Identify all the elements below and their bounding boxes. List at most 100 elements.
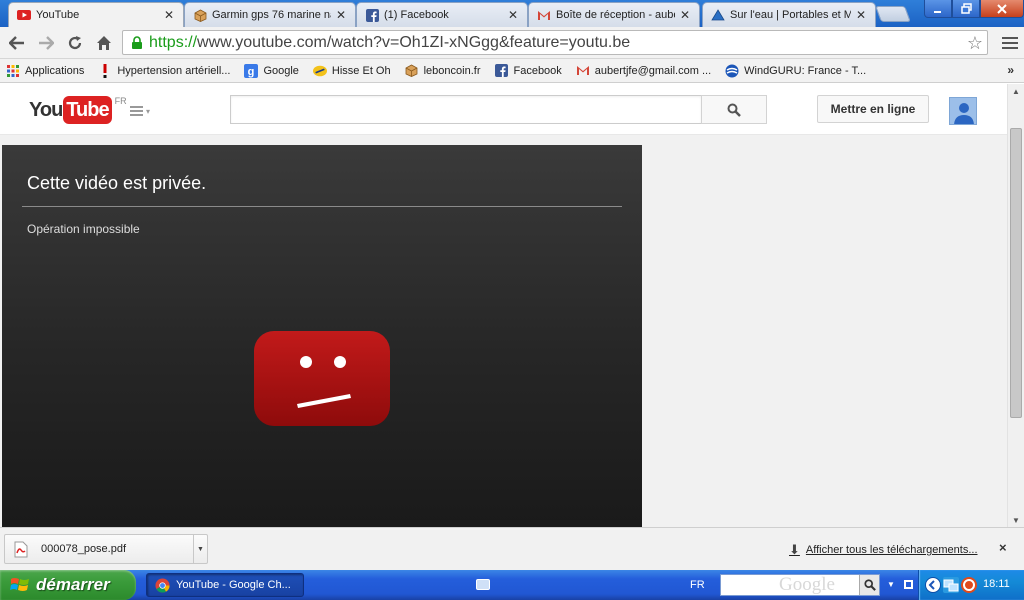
tab-gmail[interactable]: Boîte de réception - aube ✕ [528,2,700,27]
taskbar-item-label: YouTube - Google Ch... [176,579,291,591]
scroll-down-arrow-icon[interactable]: ▼ [1008,513,1024,527]
close-icon[interactable]: ✕ [507,8,519,22]
bookmarks-bar: Applications Hypertension artériell... g… [0,59,1024,83]
bookmark-applications[interactable]: Applications [6,64,84,78]
box-icon [405,64,419,78]
tab-title: (1) Facebook [384,9,449,21]
home-button[interactable] [93,32,115,54]
tab-sur-leau[interactable]: Sur l'eau | Portables et M ✕ [702,2,876,27]
download-file-name: 000078_pose.pdf [41,543,127,555]
youtube-icon [17,8,31,22]
video-player[interactable]: Cette vidéo est privée. Opération imposs… [2,145,642,527]
chrome-menu-button[interactable] [1002,34,1018,50]
start-button[interactable]: démarrer [0,570,136,600]
triangle-icon [711,8,725,22]
close-icon[interactable]: ✕ [335,8,347,22]
address-bar[interactable]: https://www.youtube.com/watch?v=Oh1ZI-xN… [122,30,988,55]
region-label: FR [114,96,127,106]
minimize-icon [934,10,941,13]
reload-button[interactable] [64,32,86,54]
download-item[interactable]: 000078_pose.pdf ▼ [4,534,208,564]
bookmark-windguru[interactable]: WindGURU: France - T... [725,64,866,78]
gmail-icon [537,8,551,22]
minimize-button[interactable] [924,0,952,18]
show-all-downloads-link[interactable]: ⬇ Afficher tous les téléchargements... [789,542,978,558]
new-tab-button[interactable] [875,6,911,22]
facebook-icon [365,8,379,22]
close-icon [997,3,1007,14]
scroll-up-arrow-icon[interactable]: ▲ [1008,84,1024,98]
tab-strip: YouTube ✕ Garmin gps 76 marine na ✕ (1) … [0,0,1024,27]
box-icon [193,8,207,22]
upload-button[interactable]: Mettre en ligne [817,95,929,123]
tab-title: Boîte de réception - aube [556,9,675,21]
sad-youtube-icon [254,331,390,426]
network-icon[interactable] [943,577,959,593]
facebook-icon [494,64,508,78]
bookmark-gmail[interactable]: aubertjfe@gmail.com ... [576,64,711,78]
bookmark-leboncoin[interactable]: leboncoin.fr [405,64,480,78]
chevron-down-icon[interactable]: ▼ [193,535,207,563]
chevron-left-icon[interactable] [925,577,941,593]
bookmark-hypertension[interactable]: Hypertension artériell... [98,63,231,78]
google-logo: Google [779,574,835,595]
taskbar-item-chrome[interactable]: YouTube - Google Ch... [146,573,304,597]
close-icon[interactable]: ✕ [855,8,867,22]
google-icon: g [244,63,259,78]
bookmark-label: Hypertension artériell... [117,64,231,77]
guide-menu-button[interactable]: ▾ [130,105,154,117]
gmail-icon [576,64,590,78]
language-indicator[interactable]: FR [690,579,705,591]
hisse-et-oh-icon [312,64,327,78]
search-icon [863,579,876,591]
close-icon[interactable]: ✕ [163,8,175,22]
restore-button[interactable] [952,0,980,18]
bookmark-label: Facebook [513,64,562,77]
start-label: démarrer [36,575,110,594]
windows-taskbar: démarrer YouTube - Google Ch... FR Googl… [0,570,1024,600]
bookmark-google[interactable]: g Google [244,63,299,78]
bookmark-facebook[interactable]: Facebook [494,64,562,78]
url-text: https://www.youtube.com/watch?v=Oh1ZI-xN… [149,33,631,51]
arrow-left-icon [9,36,24,50]
hamburger-icon [1002,37,1018,49]
google-search-button[interactable] [859,575,879,595]
window-close-button[interactable] [980,0,1024,18]
browser-toolbar: https://www.youtube.com/watch?v=Oh1ZI-xN… [0,27,1024,59]
tab-title: YouTube [36,9,80,21]
tab-facebook[interactable]: (1) Facebook ✕ [356,2,528,27]
chevron-down-icon[interactable]: ▼ [887,580,895,589]
tab-garmin[interactable]: Garmin gps 76 marine na ✕ [184,2,356,27]
google-toolbar-search[interactable]: Google [720,574,880,596]
avatar[interactable] [949,97,977,125]
bookmark-label: Applications [25,64,85,77]
bookmark-hisse-et-oh[interactable]: Hisse Et Oh [312,64,391,78]
page-scrollbar[interactable]: ▲ ▼ [1007,84,1024,527]
keyboard-icon[interactable] [476,579,490,590]
desktop-square-icon[interactable] [904,580,913,589]
close-download-bar-button[interactable]: × [999,540,1007,555]
exclamation-icon [98,63,112,78]
back-button[interactable] [6,32,28,54]
clock[interactable]: 18:11 [983,578,1010,590]
forward-button[interactable] [35,32,57,54]
svg-text:g: g [248,66,255,78]
lock-icon [127,35,147,50]
bookmark-label: Hisse Et Oh [331,64,391,77]
windows-flag-icon [10,578,29,591]
download-arrow-icon: ⬇ [789,542,800,557]
tab-youtube[interactable]: YouTube ✕ [8,2,184,27]
restore-icon [960,3,972,14]
antivirus-icon[interactable] [961,577,977,593]
youtube-logo[interactable]: You Tube FR [29,96,127,124]
hamburger-icon [130,104,143,118]
close-icon[interactable]: ✕ [679,8,691,22]
scrollbar-thumb[interactable] [1010,128,1022,418]
star-icon[interactable]: ☆ [967,33,983,54]
user-silhouette-icon [954,103,974,124]
bookmarks-overflow-button[interactable]: » [1007,63,1014,77]
chrome-icon [155,577,170,593]
search-input[interactable] [230,95,701,124]
error-title: Cette vidéo est privée. [27,173,207,193]
search-button[interactable] [701,95,767,124]
